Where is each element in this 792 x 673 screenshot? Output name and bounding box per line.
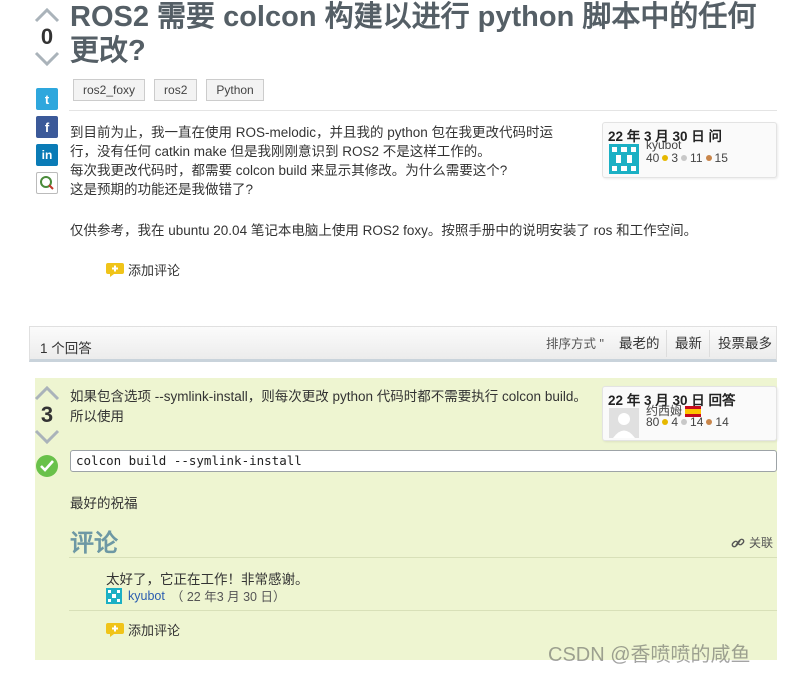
- tab-newest[interactable]: 最新: [675, 327, 702, 360]
- comment-date: （ 22 年3 月 30 日）: [170, 590, 286, 604]
- bronze-badge-icon: [705, 155, 712, 162]
- tag[interactable]: ros2_foxy: [73, 79, 146, 101]
- upvote-icon[interactable]: [33, 6, 61, 24]
- upvote-icon[interactable]: [33, 384, 61, 402]
- linkedin-share-icon[interactable]: in: [36, 144, 58, 166]
- gold-badge-icon: [662, 419, 669, 426]
- answer-count: 1 个回答: [40, 341, 92, 356]
- question-title: ROS2 需要 colcon 构建以进行 python 脚本中的任何更改?: [70, 1, 757, 67]
- downvote-icon[interactable]: [33, 50, 61, 68]
- karma: 80: [646, 415, 660, 429]
- silver-badge-icon: [681, 155, 688, 162]
- question-vote: 0: [33, 6, 61, 68]
- comment-meta: kyubot （ 22 年3 月 30 日）: [106, 586, 285, 605]
- link-icon: [731, 538, 745, 547]
- divider: [69, 110, 777, 111]
- karma: 40: [646, 151, 660, 165]
- answer-vote: 3: [33, 384, 61, 446]
- tab-oldest[interactable]: 最老的: [619, 327, 660, 360]
- answerer-stats: 80 4 14 14: [646, 415, 729, 429]
- answerer-card: 22 年 3 月 30 日 回答 约西姆 80 4 14 14: [602, 386, 777, 441]
- sort-label: 排序方式 ": [546, 337, 604, 351]
- gold-count: 3: [671, 151, 679, 165]
- facebook-share-icon[interactable]: f: [36, 116, 58, 138]
- question-body-text: 到目前为止，我一直在使用 ROS-melodic，并且我的 python 包在我…: [70, 125, 554, 197]
- add-comment-label: 添加评论: [128, 263, 181, 278]
- gold-badge-icon: [662, 155, 669, 162]
- asked-date: 22 年 3 月 30 日 问: [608, 129, 723, 144]
- bronze-count: 14: [715, 415, 729, 429]
- accepted-check-icon: [36, 455, 58, 477]
- follow-link[interactable]: 关联: [731, 534, 773, 551]
- tab-most-votes[interactable]: 投票最多: [718, 327, 772, 360]
- answer-signoff: 最好的祝福: [70, 496, 138, 511]
- comment-text: 太好了，它正在工作！非常感谢。: [106, 572, 309, 587]
- bronze-badge-icon: [706, 419, 713, 426]
- divider: [666, 330, 667, 357]
- twitter-share-icon[interactable]: t: [36, 88, 58, 110]
- add-comment-link[interactable]: 添加评论: [106, 620, 180, 639]
- add-comment-icon: [106, 262, 124, 277]
- asker-stats: 40 3 11 15: [646, 151, 728, 165]
- add-comment-link[interactable]: 添加评论: [106, 260, 180, 279]
- avatar[interactable]: [609, 408, 639, 438]
- watermark: CSDN @香喷喷的咸鱼: [548, 644, 751, 666]
- comment-author[interactable]: kyubot: [128, 589, 165, 603]
- tag-list: ros2_foxy ros2 Python: [73, 79, 264, 101]
- tag[interactable]: Python: [206, 79, 264, 101]
- bronze-count: 15: [714, 151, 728, 165]
- silver-badge-icon: [681, 419, 688, 426]
- avatar[interactable]: [609, 144, 639, 174]
- asker-card: 22 年 3 月 30 日 问 kyubot 40 3 11 15: [602, 122, 777, 178]
- question-body: 到目前为止，我一直在使用 ROS-melodic，并且我的 python 包在我…: [70, 123, 590, 199]
- rss-icon[interactable]: [36, 172, 58, 194]
- answer-body: 如果包含选项 --symlink-install，则每次更改 python 代码…: [70, 389, 587, 424]
- question-body-extra: 仅供参考，我在 ubuntu 20.04 笔记本电脑上使用 ROS2 foxy。…: [70, 223, 698, 238]
- code-block: colcon build --symlink-install: [70, 450, 777, 472]
- downvote-icon[interactable]: [33, 428, 61, 446]
- add-comment-label: 添加评论: [128, 623, 181, 638]
- divider: [69, 610, 777, 611]
- comments-heading: 评论: [70, 530, 118, 557]
- divider: [69, 557, 777, 558]
- asker-name[interactable]: kyubot: [646, 138, 681, 152]
- answer-vote-count: 3: [40, 402, 54, 427]
- divider: [709, 330, 710, 357]
- answers-bar: 1 个回答 排序方式 " 最老的 最新 投票最多: [29, 326, 777, 362]
- avatar: [106, 587, 122, 604]
- add-comment-icon: [106, 622, 124, 637]
- gold-count: 4: [671, 415, 679, 429]
- silver-count: 14: [690, 415, 704, 429]
- tag[interactable]: ros2: [154, 79, 198, 101]
- question-vote-count: 0: [40, 24, 54, 49]
- silver-count: 11: [690, 151, 703, 165]
